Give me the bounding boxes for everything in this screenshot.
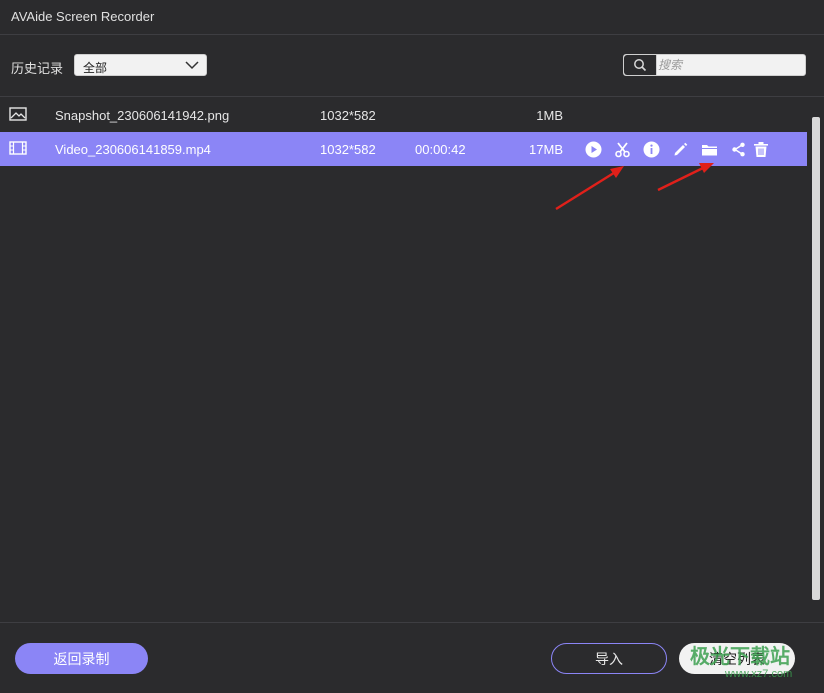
annotation-arrow-icon	[555, 166, 624, 211]
file-resolution: 1032*582	[320, 108, 376, 123]
file-name: Video_230606141859.mp4	[55, 142, 211, 157]
folder-icon[interactable]	[700, 140, 718, 158]
list-item[interactable]: Snapshot_230606141942.png 1032*582 1MB	[0, 98, 807, 132]
share-icon[interactable]	[729, 140, 747, 158]
window-title: AVAide Screen Recorder	[11, 9, 155, 24]
back-to-record-button[interactable]: 返回录制	[15, 643, 148, 674]
filter-bar: 历史记录 全部	[0, 35, 824, 97]
file-duration: 00:00:42	[415, 142, 466, 157]
watermark-url: www.xz7.com	[725, 668, 793, 680]
watermark-logo: 极光下载站	[690, 646, 790, 668]
search-box[interactable]	[623, 54, 806, 76]
history-filter-select[interactable]: 全部	[74, 54, 207, 76]
file-name: Snapshot_230606141942.png	[55, 108, 230, 123]
history-filter-value: 全部	[83, 61, 108, 75]
scroll-thumb[interactable]	[812, 117, 820, 600]
search-icon[interactable]	[624, 55, 657, 75]
title-bar: AVAide Screen Recorder	[0, 0, 824, 35]
info-icon[interactable]	[642, 140, 660, 158]
edit-icon[interactable]	[671, 140, 689, 158]
file-list: Snapshot_230606141942.png 1032*582 1MB V…	[0, 97, 808, 622]
chevron-down-icon	[185, 61, 199, 70]
file-size: 17MB	[529, 142, 563, 157]
file-size: 1MB	[536, 108, 563, 123]
image-icon	[9, 107, 27, 121]
cut-icon[interactable]	[613, 140, 631, 158]
video-icon	[9, 141, 27, 155]
import-button[interactable]: 导入	[551, 643, 667, 674]
annotation-arrow-icon	[657, 163, 714, 192]
list-scrollbar[interactable]	[810, 97, 822, 622]
history-label: 历史记录	[11, 61, 64, 76]
delete-icon[interactable]	[752, 140, 770, 158]
recorder-history-window: AVAide Screen Recorder 历史记录 全部 搜索 Snapsh…	[0, 0, 824, 693]
file-resolution: 1032*582	[320, 142, 376, 157]
play-icon[interactable]	[584, 140, 602, 158]
search-input[interactable]	[658, 56, 802, 74]
